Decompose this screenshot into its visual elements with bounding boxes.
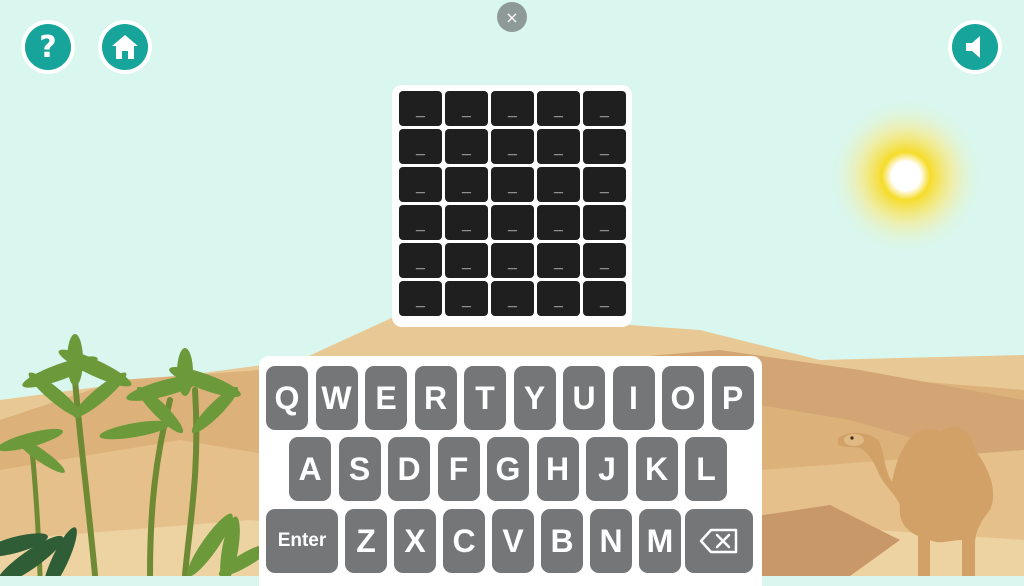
grid-cell: _ (491, 205, 534, 240)
grid-cell: _ (445, 243, 488, 278)
grid-cell: _ (445, 129, 488, 164)
grid-cell: _ (583, 129, 626, 164)
grid-cell: _ (399, 91, 442, 126)
key-y[interactable]: Y (513, 366, 556, 430)
grid-cell: _ (583, 167, 626, 202)
key-q[interactable]: Q (266, 366, 308, 430)
sound-button[interactable] (948, 20, 1002, 74)
grid-row: _ _ _ _ _ (399, 243, 626, 278)
key-j[interactable]: J (586, 437, 628, 501)
grid-cell: _ (537, 243, 580, 278)
key-g[interactable]: G (487, 437, 529, 501)
home-icon (102, 24, 148, 70)
key-a[interactable]: A (289, 437, 331, 501)
grid-row: _ _ _ _ _ (399, 129, 626, 164)
key-w[interactable]: W (315, 366, 358, 430)
grid-cell: _ (537, 205, 580, 240)
key-h[interactable]: H (536, 437, 579, 501)
key-m[interactable]: M (639, 509, 681, 573)
close-button[interactable]: × (497, 2, 527, 32)
key-b[interactable]: B (541, 509, 583, 573)
word-grid: _ _ _ _ _ _ _ _ _ _ _ _ _ _ _ _ _ _ _ _ _ _ _ _ _ _ _ _ _ _ (392, 85, 632, 327)
grid-row: _ _ _ _ _ (399, 167, 626, 202)
grid-cell: _ (537, 281, 580, 316)
key-n[interactable]: N (590, 509, 632, 573)
key-p[interactable]: P (711, 366, 754, 430)
grid-cell: _ (491, 243, 534, 278)
enter-key[interactable]: Enter (266, 509, 338, 573)
grid-cell: _ (583, 91, 626, 126)
grid-cell: _ (399, 243, 442, 278)
grid-cell: _ (583, 281, 626, 316)
close-icon: × (505, 7, 519, 27)
key-r[interactable]: R (414, 366, 457, 430)
grid-cell: _ (583, 243, 626, 278)
grid-cell: _ (399, 205, 442, 240)
sun (826, 96, 986, 256)
grid-row: _ _ _ _ _ (399, 205, 626, 240)
home-button[interactable] (98, 20, 152, 74)
grid-cell: _ (399, 281, 442, 316)
grid-row: _ _ _ _ _ (399, 91, 626, 126)
key-x[interactable]: X (394, 509, 436, 573)
key-u[interactable]: U (563, 366, 605, 430)
help-button[interactable]: ? (21, 20, 75, 74)
key-i[interactable]: I (612, 366, 655, 430)
on-screen-keyboard: Q W E R T Y U I O P A S D F G H J K L Enter Z X C V B N M (259, 356, 762, 586)
help-button-label: ? (39, 29, 57, 65)
grid-cell: _ (445, 205, 488, 240)
key-v[interactable]: V (492, 509, 534, 573)
grid-cell: _ (445, 91, 488, 126)
backspace-icon (699, 528, 738, 554)
key-d[interactable]: D (388, 437, 430, 501)
key-e[interactable]: E (365, 366, 407, 430)
grid-cell: _ (445, 167, 488, 202)
grid-cell: _ (491, 281, 534, 316)
speaker-icon (952, 24, 998, 70)
grid-cell: _ (583, 205, 626, 240)
grid-cell: _ (537, 167, 580, 202)
grid-cell: _ (537, 129, 580, 164)
key-l[interactable]: L (685, 437, 727, 501)
grid-cell: _ (537, 91, 580, 126)
backspace-key[interactable] (685, 509, 753, 573)
question-icon: ? (25, 24, 71, 70)
grid-cell: _ (491, 129, 534, 164)
grid-cell: _ (491, 91, 534, 126)
grid-cell: _ (399, 129, 442, 164)
grid-row: _ _ _ _ _ (399, 281, 626, 316)
grid-cell: _ (399, 167, 442, 202)
key-c[interactable]: C (443, 509, 485, 573)
key-t[interactable]: T (464, 366, 506, 430)
key-s[interactable]: S (338, 437, 381, 501)
grid-cell: _ (445, 281, 488, 316)
key-z[interactable]: Z (345, 509, 387, 573)
key-k[interactable]: K (635, 437, 678, 501)
grid-cell: _ (491, 167, 534, 202)
key-o[interactable]: O (662, 366, 704, 430)
key-f[interactable]: F (437, 437, 480, 501)
